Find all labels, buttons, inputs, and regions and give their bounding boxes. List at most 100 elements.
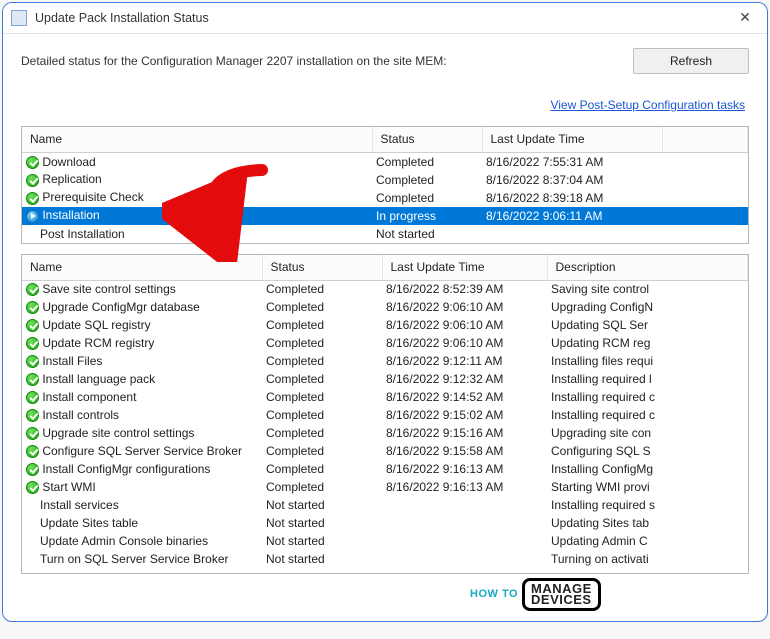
detail-name-cell: Upgrade ConfigMgr database (22, 298, 262, 316)
detail-desc: Upgrading ConfigN (547, 298, 748, 316)
detail-row[interactable]: Upgrade site control settingsCompleted8/… (22, 424, 748, 442)
phase-status: Completed (372, 171, 482, 189)
detail-row[interactable]: Install controlsCompleted8/16/2022 9:15:… (22, 406, 748, 424)
detail-row[interactable]: Turn on SQL Server Service BrokerNot sta… (22, 550, 748, 568)
col2-desc[interactable]: Description (547, 255, 748, 281)
detail-desc: Updating Sites tab (547, 514, 748, 532)
detail-status: Completed (262, 316, 382, 334)
detail-status: Completed (262, 388, 382, 406)
details-scroll[interactable]: Name Status Last Update Time Description… (22, 255, 748, 573)
detail-row[interactable]: Install FilesCompleted8/16/2022 9:12:11 … (22, 352, 748, 370)
phase-row[interactable]: Post InstallationNot started (22, 225, 748, 243)
phase-time: 8/16/2022 9:06:11 AM (482, 207, 662, 225)
detail-status: Completed (262, 478, 382, 496)
detail-row[interactable]: Update RCM registryCompleted8/16/2022 9:… (22, 334, 748, 352)
detail-time: 8/16/2022 9:12:11 AM (382, 352, 547, 370)
detail-time (382, 550, 547, 568)
completed-icon (26, 174, 39, 187)
detail-status: Completed (262, 298, 382, 316)
detail-row[interactable]: Update Admin Console binariesNot started… (22, 532, 748, 550)
update-pack-window: Update Pack Installation Status ✕ Detail… (2, 2, 768, 622)
link-row: View Post-Setup Configuration tasks (21, 98, 749, 112)
detail-row[interactable]: Update SQL registryCompleted8/16/2022 9:… (22, 316, 748, 334)
phase-row[interactable]: ReplicationCompleted8/16/2022 8:37:04 AM (22, 171, 748, 189)
detail-desc: Installing required l (547, 370, 748, 388)
detail-time: 8/16/2022 9:06:10 AM (382, 316, 547, 334)
close-button[interactable]: ✕ (729, 7, 761, 29)
header-area: Detailed status for the Configuration Ma… (3, 34, 767, 120)
detail-status: Completed (262, 370, 382, 388)
refresh-button[interactable]: Refresh (633, 48, 749, 74)
detail-desc: Turning on activati (547, 550, 748, 568)
phase-name-cell: Download (22, 153, 372, 171)
completed-icon (26, 319, 39, 332)
detail-name-cell: Install controls (22, 406, 262, 424)
col2-name[interactable]: Name (22, 255, 262, 281)
phase-name-cell: Replication (22, 171, 372, 189)
detail-row[interactable]: Install ConfigMgr configurationsComplete… (22, 460, 748, 478)
detail-name-cell: Update Sites table (22, 514, 262, 532)
detail-row[interactable]: Configure SQL Server Service Broker Compl… (22, 442, 748, 460)
phase-table: Name Status Last Update Time DownloadCom… (21, 126, 749, 244)
completed-icon (26, 463, 39, 476)
detail-row[interactable]: Start WMICompleted8/16/2022 9:16:13 AMSt… (22, 478, 748, 496)
col-name[interactable]: Name (22, 127, 372, 153)
phase-status: In progress (372, 207, 482, 225)
detail-time (382, 532, 547, 550)
detail-name-cell: Upgrade site control settings (22, 424, 262, 442)
detail-time: 8/16/2022 9:06:10 AM (382, 298, 547, 316)
detail-desc: Configuring SQL S (547, 442, 748, 460)
phase-row[interactable]: DownloadCompleted8/16/2022 7:55:31 AM (22, 153, 748, 171)
completed-icon (26, 283, 39, 296)
detail-name-cell: Update Admin Console binaries (22, 532, 262, 550)
post-setup-link[interactable]: View Post-Setup Configuration tasks (550, 98, 745, 112)
phase-row[interactable]: Prerequisite CheckCompleted8/16/2022 8:3… (22, 189, 748, 207)
col-time[interactable]: Last Update Time (482, 127, 662, 153)
completed-icon (26, 355, 39, 368)
phase-name: Replication (42, 172, 101, 186)
phase-name: Installation (42, 208, 99, 222)
detail-name-cell: Install Files (22, 352, 262, 370)
completed-icon (26, 409, 39, 422)
col-spacer (662, 127, 748, 153)
detail-desc: Saving site control (547, 280, 748, 298)
detail-row[interactable]: Save site control settingsCompleted8/16/… (22, 280, 748, 298)
completed-icon (26, 391, 39, 404)
col-status[interactable]: Status (372, 127, 482, 153)
detail-row[interactable]: Install componentCompleted8/16/2022 9:14… (22, 388, 748, 406)
detail-name-cell: Configure SQL Server Service Broker (22, 442, 262, 460)
completed-icon (26, 481, 39, 494)
detail-name: Update Admin Console binaries (40, 534, 208, 548)
detail-name: Update RCM registry (42, 336, 154, 350)
detail-name-cell: Install services (22, 496, 262, 514)
completed-icon (26, 445, 39, 458)
detail-row[interactable]: Update Sites tableNot startedUpdating Si… (22, 514, 748, 532)
col2-time[interactable]: Last Update Time (382, 255, 547, 281)
detail-time: 8/16/2022 9:15:58 AM (382, 442, 547, 460)
detail-time: 8/16/2022 9:12:32 AM (382, 370, 547, 388)
detail-row[interactable]: Install language pack Completed8/16/2022 … (22, 370, 748, 388)
detail-status: Completed (262, 442, 382, 460)
detail-name: Install language pack (42, 372, 155, 386)
titlebar: Update Pack Installation Status ✕ (3, 3, 767, 34)
phase-name-cell: Prerequisite Check (22, 189, 372, 207)
detail-desc: Updating RCM reg (547, 334, 748, 352)
col2-status[interactable]: Status (262, 255, 382, 281)
phase-row[interactable]: Installation In progress8/16/2022 9:06:11… (22, 207, 748, 225)
inprogress-icon (26, 210, 39, 223)
detail-name: Configure SQL Server Service Broker (42, 444, 242, 458)
detail-name: Update Sites table (40, 516, 138, 530)
app-icon (11, 10, 27, 26)
detail-name-cell: Save site control settings (22, 280, 262, 298)
detail-row[interactable]: Install servicesNot startedInstalling re… (22, 496, 748, 514)
detail-status: Not started (262, 496, 382, 514)
detail-desc: Updating Admin C (547, 532, 748, 550)
phase-status: Not started (372, 225, 482, 243)
completed-icon (26, 427, 39, 440)
detail-name-cell: Start WMI (22, 478, 262, 496)
details-header-row: Name Status Last Update Time Description (22, 255, 748, 281)
detail-name: Install component (42, 390, 136, 404)
detail-row[interactable]: Upgrade ConfigMgr databaseCompleted8/16/… (22, 298, 748, 316)
detail-name: Turn on SQL Server Service Broker (40, 552, 229, 566)
detail-time (382, 514, 547, 532)
